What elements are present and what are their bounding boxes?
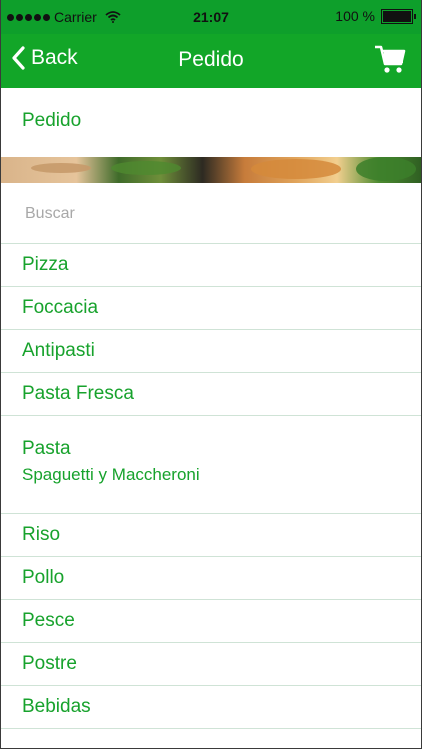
list-item-label: Antipasti [22, 340, 95, 361]
list-item-label: Pollo [22, 567, 65, 588]
list-item-riso[interactable]: Riso [1, 514, 421, 557]
food-banner-image [1, 157, 421, 183]
cart-icon [375, 45, 406, 73]
list-item-label: Pasta [22, 438, 71, 459]
cart-button[interactable] [373, 42, 407, 81]
battery-group: 100 % [335, 8, 416, 24]
section-header: Pedido [1, 88, 421, 158]
list-item-label: Foccacia [22, 297, 99, 318]
page-title: Pedido [178, 48, 244, 71]
search-input[interactable] [23, 201, 387, 227]
list-item-postre[interactable]: Postre [1, 643, 421, 686]
list-item-label: Bebidas [22, 696, 91, 717]
list-item-pasta-fresca[interactable]: Pasta Fresca [1, 373, 421, 416]
list-item-pizza[interactable]: Pizza [1, 244, 421, 287]
battery-icon [381, 8, 416, 24]
menu-list: Pizza Foccacia Antipasti Pasta Fresca Pa… [1, 244, 421, 729]
list-item-label: Postre [22, 653, 77, 674]
list-item-label: Pasta Fresca [22, 383, 134, 404]
navigation-bar: Back Pedido [1, 34, 421, 88]
battery-percent: 100 % [335, 8, 375, 24]
list-item-foccacia[interactable]: Foccacia [1, 287, 421, 330]
list-item-label: Pesce [22, 610, 75, 631]
list-item-label: Riso [22, 524, 61, 545]
section-header-label: Pedido [22, 110, 82, 131]
list-item-bebidas[interactable]: Bebidas [1, 686, 421, 729]
list-item-pollo[interactable]: Pollo [1, 557, 421, 600]
app-frame: Carrier 21:07 100 % Back Pedido Pedido B… [0, 0, 422, 749]
search-bar [1, 183, 421, 244]
list-item-antipasti[interactable]: Antipasti [1, 330, 421, 373]
list-item-pesce[interactable]: Pesce [1, 600, 421, 643]
list-item-label: Pizza [22, 254, 69, 275]
list-item-subtitle: Spaguetti y Maccheroni [22, 465, 200, 484]
list-item-pasta[interactable]: Pasta Spaguetti y Maccheroni [1, 416, 421, 514]
status-bar: Carrier 21:07 100 % [1, 0, 421, 34]
